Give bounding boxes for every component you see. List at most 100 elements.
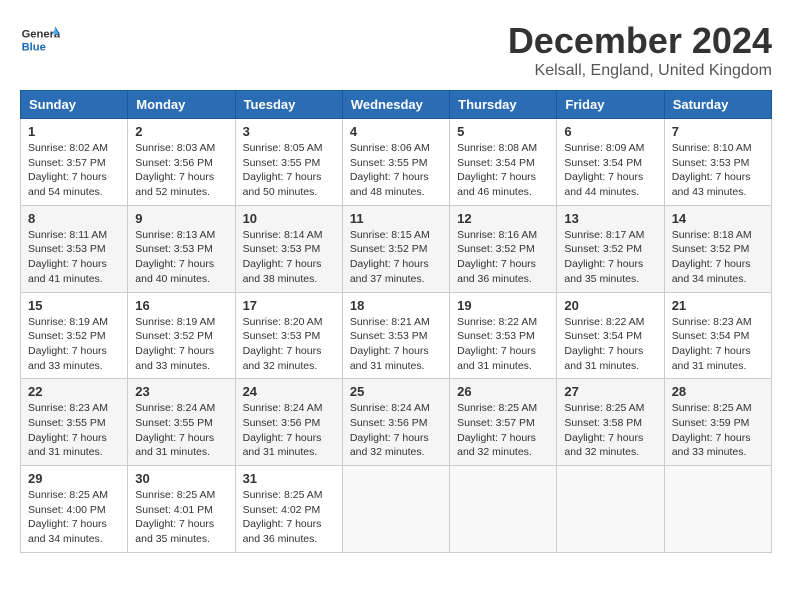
weekday-friday: Friday [557, 91, 664, 119]
day-info: Sunrise: 8:03 AMSunset: 3:56 PMDaylight:… [135, 141, 227, 200]
day-info: Sunrise: 8:25 AMSunset: 3:58 PMDaylight:… [564, 401, 656, 460]
day-number: 26 [457, 384, 549, 399]
day-info: Sunrise: 8:19 AMSunset: 3:52 PMDaylight:… [28, 315, 120, 374]
day-number: 19 [457, 298, 549, 313]
day-info: Sunrise: 8:20 AMSunset: 3:53 PMDaylight:… [243, 315, 335, 374]
day-number: 15 [28, 298, 120, 313]
day-cell: 27 Sunrise: 8:25 AMSunset: 3:58 PMDayligh… [557, 379, 664, 466]
day-info: Sunrise: 8:25 AMSunset: 3:57 PMDaylight:… [457, 401, 549, 460]
week-row-1: 1Sunrise: 8:02 AMSunset: 3:57 PMDaylight… [21, 119, 772, 206]
day-number: 22 [28, 384, 120, 399]
day-number: 29 [28, 471, 120, 486]
day-cell: 26 Sunrise: 8:25 AMSunset: 3:57 PMDayligh… [450, 379, 557, 466]
day-info: Sunrise: 8:06 AMSunset: 3:55 PMDaylight:… [350, 141, 442, 200]
day-cell: 25 Sunrise: 8:24 AMSunset: 3:56 PMDayligh… [342, 379, 449, 466]
day-cell: 31 Sunrise: 8:25 AMSunset: 4:02 PMDayligh… [235, 466, 342, 553]
day-cell: 18 Sunrise: 8:21 AMSunset: 3:53 PMDayligh… [342, 292, 449, 379]
day-info: Sunrise: 8:14 AMSunset: 3:53 PMDaylight:… [243, 228, 335, 287]
day-cell: 21 Sunrise: 8:23 AMSunset: 3:54 PMDayligh… [664, 292, 771, 379]
day-cell: 6 Sunrise: 8:09 AMSunset: 3:54 PMDaylight… [557, 119, 664, 206]
day-number: 3 [243, 124, 335, 139]
day-number: 13 [564, 211, 656, 226]
day-cell: 5Sunrise: 8:08 AMSunset: 3:54 PMDaylight… [450, 119, 557, 206]
day-info: Sunrise: 8:24 AMSunset: 3:56 PMDaylight:… [243, 401, 335, 460]
day-info: Sunrise: 8:19 AMSunset: 3:52 PMDaylight:… [135, 315, 227, 374]
day-cell: 20Sunrise: 8:22 AMSunset: 3:54 PMDayligh… [557, 292, 664, 379]
day-number: 14 [672, 211, 764, 226]
day-number: 2 [135, 124, 227, 139]
day-cell [557, 466, 664, 553]
logo: General Blue [20, 20, 60, 60]
day-number: 6 [564, 124, 656, 139]
day-info: Sunrise: 8:25 AMSunset: 4:01 PMDaylight:… [135, 488, 227, 547]
day-cell: 29 Sunrise: 8:25 AMSunset: 4:00 PMDayligh… [21, 466, 128, 553]
weekday-monday: Monday [128, 91, 235, 119]
day-info: Sunrise: 8:21 AMSunset: 3:53 PMDaylight:… [350, 315, 442, 374]
day-info: Sunrise: 8:09 AMSunset: 3:54 PMDaylight:… [564, 141, 656, 200]
day-info: Sunrise: 8:05 AMSunset: 3:55 PMDaylight:… [243, 141, 335, 200]
day-info: Sunrise: 8:25 AMSunset: 4:00 PMDaylight:… [28, 488, 120, 547]
day-info: Sunrise: 8:11 AMSunset: 3:53 PMDaylight:… [28, 228, 120, 287]
main-title: December 2024 [508, 20, 772, 62]
day-cell: 11 Sunrise: 8:15 AMSunset: 3:52 PMDayligh… [342, 205, 449, 292]
day-cell: 19 Sunrise: 8:22 AMSunset: 3:53 PMDayligh… [450, 292, 557, 379]
weekday-saturday: Saturday [664, 91, 771, 119]
day-cell [664, 466, 771, 553]
day-info: Sunrise: 8:24 AMSunset: 3:56 PMDaylight:… [350, 401, 442, 460]
day-info: Sunrise: 8:22 AMSunset: 3:53 PMDaylight:… [457, 315, 549, 374]
day-cell: 24 Sunrise: 8:24 AMSunset: 3:56 PMDayligh… [235, 379, 342, 466]
day-number: 1 [28, 124, 120, 139]
day-number: 18 [350, 298, 442, 313]
day-cell: 17Sunrise: 8:20 AMSunset: 3:53 PMDayligh… [235, 292, 342, 379]
day-info: Sunrise: 8:23 AMSunset: 3:54 PMDaylight:… [672, 315, 764, 374]
day-cell [450, 466, 557, 553]
day-cell: 22 Sunrise: 8:23 AMSunset: 3:55 PMDayligh… [21, 379, 128, 466]
day-number: 23 [135, 384, 227, 399]
day-cell: 13 Sunrise: 8:17 AMSunset: 3:52 PMDayligh… [557, 205, 664, 292]
calendar: SundayMondayTuesdayWednesdayThursdayFrid… [20, 90, 772, 553]
day-info: Sunrise: 8:17 AMSunset: 3:52 PMDaylight:… [564, 228, 656, 287]
subtitle: Kelsall, England, United Kingdom [508, 62, 772, 80]
day-number: 5 [457, 124, 549, 139]
day-info: Sunrise: 8:25 AMSunset: 4:02 PMDaylight:… [243, 488, 335, 547]
day-cell [342, 466, 449, 553]
week-row-5: 29 Sunrise: 8:25 AMSunset: 4:00 PMDayligh… [21, 466, 772, 553]
day-number: 21 [672, 298, 764, 313]
day-info: Sunrise: 8:15 AMSunset: 3:52 PMDaylight:… [350, 228, 442, 287]
svg-text:Blue: Blue [22, 41, 46, 53]
day-cell: 1Sunrise: 8:02 AMSunset: 3:57 PMDaylight… [21, 119, 128, 206]
week-row-4: 22 Sunrise: 8:23 AMSunset: 3:55 PMDayligh… [21, 379, 772, 466]
weekday-header-row: SundayMondayTuesdayWednesdayThursdayFrid… [21, 91, 772, 119]
day-number: 7 [672, 124, 764, 139]
day-info: Sunrise: 8:24 AMSunset: 3:55 PMDaylight:… [135, 401, 227, 460]
day-info: Sunrise: 8:18 AMSunset: 3:52 PMDaylight:… [672, 228, 764, 287]
day-info: Sunrise: 8:23 AMSunset: 3:55 PMDaylight:… [28, 401, 120, 460]
day-number: 10 [243, 211, 335, 226]
day-number: 30 [135, 471, 227, 486]
title-area: December 2024 Kelsall, England, United K… [508, 20, 772, 80]
day-number: 11 [350, 211, 442, 226]
day-cell: 15 Sunrise: 8:19 AMSunset: 3:52 PMDayligh… [21, 292, 128, 379]
day-number: 31 [243, 471, 335, 486]
week-row-3: 15 Sunrise: 8:19 AMSunset: 3:52 PMDayligh… [21, 292, 772, 379]
day-cell: 30 Sunrise: 8:25 AMSunset: 4:01 PMDayligh… [128, 466, 235, 553]
day-info: Sunrise: 8:10 AMSunset: 3:53 PMDaylight:… [672, 141, 764, 200]
weekday-wednesday: Wednesday [342, 91, 449, 119]
day-cell: 16Sunrise: 8:19 AMSunset: 3:52 PMDayligh… [128, 292, 235, 379]
day-cell: 10 Sunrise: 8:14 AMSunset: 3:53 PMDayligh… [235, 205, 342, 292]
day-cell: 4 Sunrise: 8:06 AMSunset: 3:55 PMDaylight… [342, 119, 449, 206]
day-cell: 28Sunrise: 8:25 AMSunset: 3:59 PMDayligh… [664, 379, 771, 466]
day-number: 8 [28, 211, 120, 226]
day-cell: 7 Sunrise: 8:10 AMSunset: 3:53 PMDaylight… [664, 119, 771, 206]
day-number: 27 [564, 384, 656, 399]
weekday-tuesday: Tuesday [235, 91, 342, 119]
day-number: 24 [243, 384, 335, 399]
day-cell: 12Sunrise: 8:16 AMSunset: 3:52 PMDayligh… [450, 205, 557, 292]
day-number: 12 [457, 211, 549, 226]
day-number: 4 [350, 124, 442, 139]
day-cell: 3 Sunrise: 8:05 AMSunset: 3:55 PMDaylight… [235, 119, 342, 206]
day-number: 25 [350, 384, 442, 399]
day-cell: 9Sunrise: 8:13 AMSunset: 3:53 PMDaylight… [128, 205, 235, 292]
day-info: Sunrise: 8:25 AMSunset: 3:59 PMDaylight:… [672, 401, 764, 460]
day-cell: 23 Sunrise: 8:24 AMSunset: 3:55 PMDayligh… [128, 379, 235, 466]
